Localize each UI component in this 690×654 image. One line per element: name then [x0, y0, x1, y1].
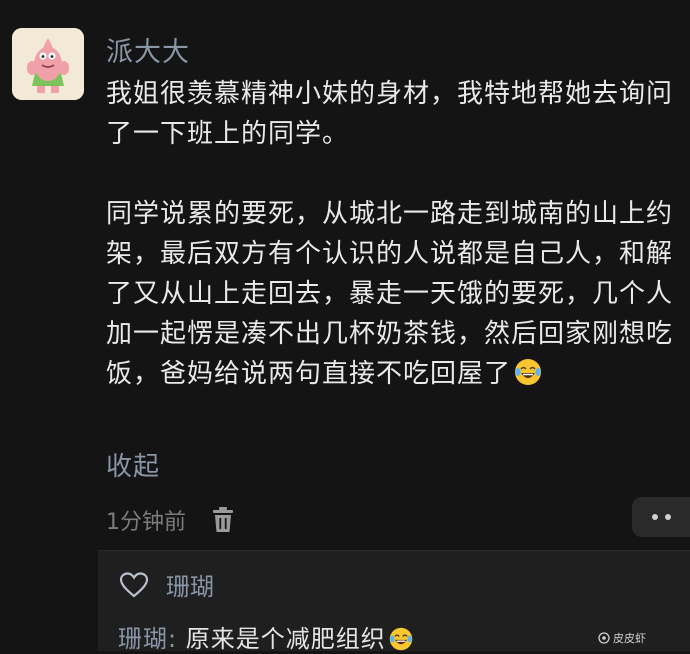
watermark-text: 皮皮虾	[613, 632, 646, 645]
laughing-tears-emoji-icon	[515, 359, 542, 385]
dot-icon	[651, 514, 658, 520]
heart-icon[interactable]	[120, 571, 148, 598]
like-row: 珊瑚	[120, 567, 214, 602]
app-watermark: 皮皮虾	[598, 630, 646, 646]
comment-paragraph-2-text: 同学说累的要死，从城北一路走到城南的山上约架，最后双方有个认识的人说都是自己人，…	[106, 199, 674, 389]
comment-timestamp: 1分钟前	[106, 510, 186, 535]
reply-item[interactable]: 珊瑚: 原来是个减肥组织	[118, 619, 414, 654]
reply-text: 原来是个减肥组织	[185, 625, 386, 653]
app-logo-icon	[598, 632, 610, 644]
reply-author-name[interactable]: 珊瑚	[118, 625, 168, 653]
collapse-link[interactable]: 收起	[106, 446, 160, 483]
comment-body: 我姐很羡慕精神小妹的身材，我特地帮她去询问了一下班上的同学。 同学说累的要死，从…	[106, 74, 681, 394]
comment-paragraph-2: 同学说累的要死，从城北一路走到城南的山上约架，最后双方有个认识的人说都是自己人，…	[106, 194, 681, 394]
user-avatar[interactable]	[12, 28, 84, 100]
dot-icon	[664, 514, 671, 520]
comment-paragraph-1: 我姐很羡慕精神小妹的身材，我特地帮她去询问了一下班上的同学。	[106, 79, 674, 149]
trash-icon[interactable]	[212, 507, 234, 533]
liker-name[interactable]: 珊瑚	[166, 567, 214, 602]
laughing-tears-emoji-icon	[389, 627, 412, 651]
comment-author-name[interactable]: 派大大	[106, 30, 190, 69]
more-options-button[interactable]	[632, 497, 690, 537]
patrick-avatar-image	[12, 28, 84, 100]
reply-separator: :	[168, 625, 186, 653]
comment-meta-row: 1分钟前	[106, 505, 234, 535]
